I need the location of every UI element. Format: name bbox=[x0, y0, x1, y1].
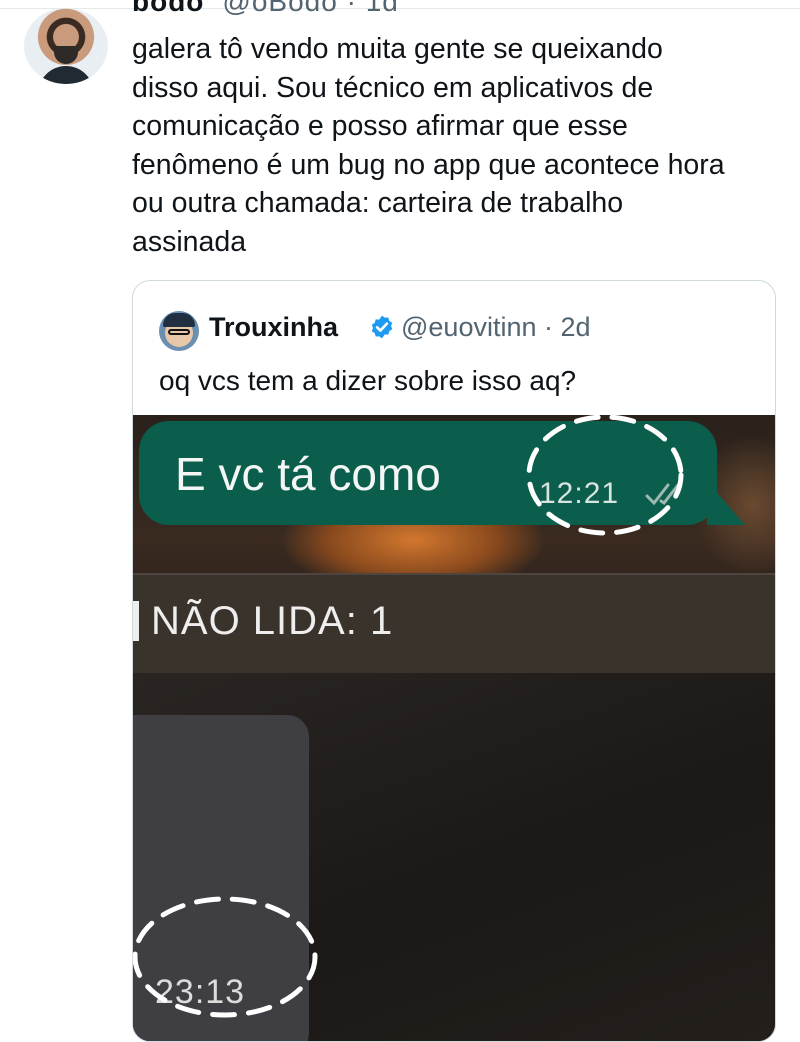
cut-header-name: bodo bbox=[132, 0, 205, 17]
tweet-text: galera tô vendo muita gente se queixando… bbox=[132, 30, 782, 261]
quoted-media-image[interactable]: E vc tá como 12:21 NÃO LIDA: 1 23:13 bbox=[133, 415, 775, 1041]
outgoing-message-bubble: E vc tá como 12:21 bbox=[139, 421, 717, 525]
outgoing-message-time: 12:21 bbox=[539, 477, 620, 510]
unread-label: NÃO LIDA: 1 bbox=[151, 599, 394, 643]
author-avatar[interactable] bbox=[24, 8, 108, 84]
quoted-author-avatar[interactable] bbox=[159, 311, 199, 351]
unread-divider: NÃO LIDA: 1 bbox=[133, 573, 775, 675]
tweet-line: fenômeno é um bug no app que acontece ho… bbox=[132, 148, 725, 181]
tweet-line: disso aqui. Sou técnico em aplicativos d… bbox=[132, 71, 654, 104]
tweet-line: ou outra chamada: carteira de trabalho bbox=[132, 187, 624, 219]
outgoing-message-text: E vc tá como bbox=[175, 448, 441, 500]
incoming-message-time: 23:13 bbox=[155, 973, 246, 1011]
verified-badge-icon bbox=[371, 315, 393, 339]
cut-off-header: bodo @oBodo · 1d bbox=[132, 0, 399, 18]
double-check-icon bbox=[645, 483, 680, 506]
quoted-author-name[interactable]: Trouxinha bbox=[209, 312, 338, 343]
quoted-author-handle[interactable]: @euovitinn · 2d bbox=[401, 312, 591, 343]
tweet-line: assinada bbox=[132, 225, 247, 258]
top-divider bbox=[0, 8, 800, 9]
tweet-line: comunicação e posso afirmar que esse bbox=[132, 110, 628, 142]
quoted-tweet-text: oq vcs tem a dizer sobre isso aq? bbox=[159, 365, 577, 396]
quoted-tweet[interactable]: Trouxinha @euovitinn · 2d oq vcs tem a d… bbox=[132, 280, 776, 1042]
tweet-line: galera tô vendo muita gente se queixando bbox=[132, 33, 663, 65]
cut-header-handle: @oBodo · 1d bbox=[222, 0, 399, 17]
